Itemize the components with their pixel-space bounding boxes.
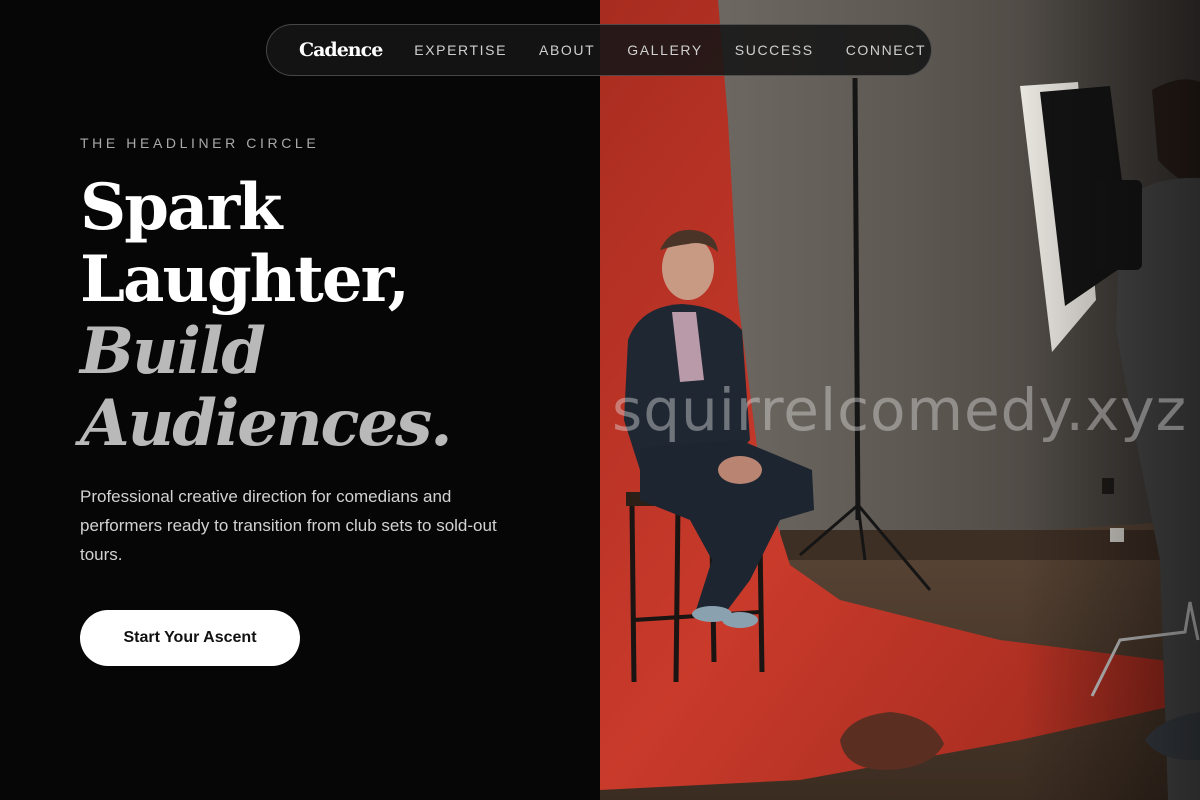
top-navigation: Cadence EXPERTISE ABOUT GALLERY SUCCESS … xyxy=(266,24,932,76)
nav-link-gallery[interactable]: GALLERY xyxy=(627,42,703,58)
hero-headline: Spark Laughter, Build Audiences. xyxy=(80,170,452,461)
brand-logo[interactable]: Cadence xyxy=(299,39,383,61)
nav-link-about[interactable]: ABOUT xyxy=(539,42,595,58)
headline-accent-line: Build xyxy=(80,314,266,389)
start-your-ascent-button[interactable]: Start Your Ascent xyxy=(80,610,300,666)
nav-link-connect[interactable]: CONNECT xyxy=(846,42,926,58)
nav-link-success[interactable]: SUCCESS xyxy=(735,42,814,58)
nav-links: EXPERTISE ABOUT GALLERY SUCCESS CONNECT xyxy=(414,42,926,58)
hero-photo xyxy=(600,0,1200,800)
hero-eyebrow: THE HEADLINER CIRCLE xyxy=(80,135,320,151)
studio-photo-illustration xyxy=(600,0,1200,800)
headline-line: Spark xyxy=(80,170,282,245)
headline-line: Laughter, xyxy=(80,242,410,317)
headline-accent-line: Audiences. xyxy=(80,386,452,461)
hero-text-panel: THE HEADLINER CIRCLE Spark Laughter, Bui… xyxy=(0,0,600,800)
page: THE HEADLINER CIRCLE Spark Laughter, Bui… xyxy=(0,0,1200,800)
hero-description: Professional creative direction for come… xyxy=(80,487,497,564)
nav-link-expertise[interactable]: EXPERTISE xyxy=(414,42,507,58)
